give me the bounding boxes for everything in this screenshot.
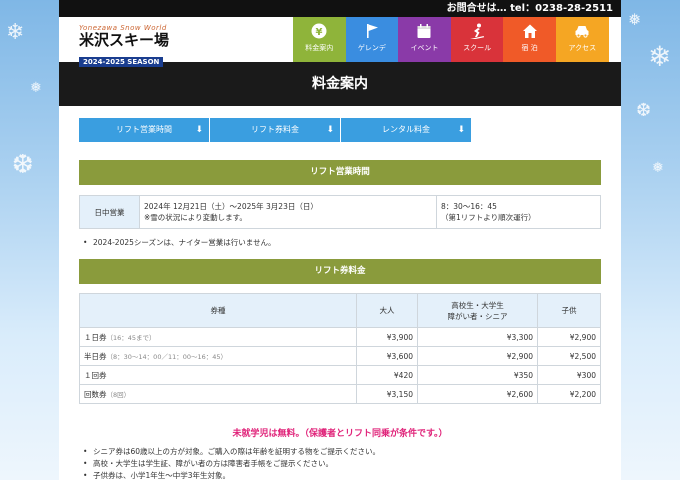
price-student: ¥2,600 — [417, 384, 538, 404]
table-row: 回数券（8回） ¥3,150 ¥2,600 ¥2,200 — [79, 384, 601, 404]
snowflake-icon: ❆ — [636, 100, 652, 121]
snowflake-icon: ❅ — [652, 160, 664, 176]
price-adult: ¥3,900 — [356, 327, 418, 347]
calendar-icon — [416, 23, 432, 39]
price-student: ¥3,300 — [417, 327, 538, 347]
price-adult: ¥3,600 — [356, 346, 418, 366]
hours-period: 2024年 12月21日（土）〜2025年 3月23日（日） ※雪の状況により変… — [139, 195, 437, 229]
nav-label: 料金案内 — [305, 44, 334, 52]
svg-text:¥: ¥ — [316, 27, 323, 38]
time-text: 8：30〜16：45 — [441, 202, 497, 211]
list-item: 子供券は、小学1年生〜中学3年生対象。 — [83, 470, 380, 480]
ticket-type: １回券 — [79, 365, 357, 385]
col-header-type: 券種 — [79, 293, 357, 328]
price-child: ¥300 — [537, 365, 601, 385]
col-header-senior: 障がい者・シニア — [447, 311, 508, 321]
table-header-row: 券種 大人 高校生・大学生 障がい者・シニア 子供 — [79, 293, 601, 328]
nav-label: ゲレンデ — [357, 44, 386, 52]
car-icon — [574, 23, 590, 39]
snowflake-icon: ❅ — [628, 10, 642, 29]
logo-name: 米沢スキー場 — [79, 31, 170, 49]
ticket-type: １日券（16：45まで） — [79, 327, 357, 347]
nav-label: アクセス — [568, 44, 597, 52]
list-item: 2024-2025シーズンは、ナイター営業は行いません。 — [83, 237, 275, 249]
site-logo[interactable]: Yonezawa Snow World 米沢スキー場 2024-2025 SEA… — [79, 24, 199, 68]
nav-label: イベント — [410, 44, 439, 52]
arrow-down-icon: ⬇ — [195, 125, 203, 135]
yen-coin-icon: ¥ — [311, 23, 327, 39]
nav-item-school[interactable]: スクール — [450, 17, 504, 62]
arrow-down-icon: ⬇ — [457, 125, 465, 135]
skier-icon — [469, 23, 485, 41]
free-for-preschool-note: 未就学児は無料。（保護者とリフト同乗が条件です。） — [232, 429, 448, 439]
period-text: 2024年 12月21日（土）〜2025年 3月23日（日） — [144, 202, 318, 211]
contact-phone[interactable]: お問合せは… tel：0238-28-2511 — [447, 3, 613, 14]
col-header-child: 子供 — [537, 293, 601, 328]
page: お問合せは… tel：0238-28-2511 Yonezawa Snow Wo… — [59, 0, 621, 480]
ticket-name: １回券 — [84, 370, 107, 380]
night-note-list: 2024-2025シーズンは、ナイター営業は行いません。 — [83, 237, 275, 249]
nav-item-access[interactable]: アクセス — [555, 17, 609, 62]
col-header-student-senior: 高校生・大学生 障がい者・シニア — [417, 293, 538, 328]
snowflake-icon: ❆ — [12, 150, 34, 180]
anchor-label: レンタル料金 — [382, 125, 430, 134]
main-nav: ¥ 料金案内 ゲレンデ イベント スクール 宿 泊 アクセス — [293, 17, 609, 62]
table-row: 半日券（8：30〜14：00／11：00〜16：45） ¥3,600 ¥2,90… — [79, 346, 601, 366]
ticket-type: 回数券（8回） — [79, 384, 357, 404]
hours-time: 8：30〜16：45 （第1リフトより順次運行） — [436, 195, 601, 229]
price-child: ¥2,200 — [537, 384, 601, 404]
anchor-label: リフト営業時間 — [116, 125, 172, 134]
flag-icon — [364, 23, 380, 39]
table-row: １日券（16：45まで） ¥3,900 ¥3,300 ¥2,900 — [79, 327, 601, 347]
anchor-rental-prices[interactable]: レンタル料金 ⬇ — [341, 118, 471, 142]
ticket-notes-list: シニア券は60歳以上の方が対象。ご購入の際は年齢を証明する物をご提示ください。 … — [83, 446, 380, 480]
ticket-name: １日券 — [84, 332, 107, 342]
anchor-label: リフト券料金 — [251, 125, 299, 134]
list-item: シニア券は60歳以上の方が対象。ご購入の際は年齢を証明する物をご提示ください。 — [83, 446, 380, 458]
ticket-name: 回数券 — [84, 389, 107, 399]
table-row: 日中営業 2024年 12月21日（土）〜2025年 3月23日（日） ※雪の状… — [79, 195, 601, 229]
ticket-name: 半日券 — [84, 351, 107, 361]
period-caveat: ※雪の状況により変動します。 — [144, 213, 247, 222]
list-item: 高校・大学生は学生証、障がい者の方は障害者手帳をご提示ください。 — [83, 458, 380, 470]
section-heading-tickets: リフト券料金 — [79, 259, 601, 284]
price-student: ¥2,900 — [417, 346, 538, 366]
nav-item-price[interactable]: ¥ 料金案内 — [293, 17, 346, 62]
col-header-student: 高校生・大学生 — [451, 300, 504, 310]
price-child: ¥2,500 — [537, 346, 601, 366]
anchor-lift-hours[interactable]: リフト営業時間 ⬇ — [79, 118, 209, 142]
nav-label: スクール — [463, 44, 492, 52]
section-heading-lift-hours: リフト営業時間 — [79, 160, 601, 185]
season-badge: 2024-2025 SEASON — [79, 57, 164, 67]
hours-row-label: 日中営業 — [79, 195, 140, 229]
house-icon — [522, 23, 538, 39]
ticket-sub: （16：45まで） — [106, 333, 156, 342]
page-title: 料金案内 — [59, 62, 621, 106]
ticket-sub: （8：30〜14：00／11：00〜16：45） — [106, 352, 228, 361]
contact-bar: お問合せは… tel：0238-28-2511 — [59, 0, 621, 17]
table-row: １回券 ¥420 ¥350 ¥300 — [79, 365, 601, 385]
snowflake-icon: ❅ — [30, 80, 42, 96]
snowflake-icon: ❄ — [648, 40, 672, 73]
ticket-price-table: 券種 大人 高校生・大学生 障がい者・シニア 子供 １日券（16：45まで） ¥… — [79, 293, 601, 404]
nav-item-events[interactable]: イベント — [398, 17, 451, 62]
price-adult: ¥420 — [356, 365, 418, 385]
time-note: （第1リフトより順次運行） — [441, 213, 536, 222]
nav-item-lodging[interactable]: 宿 泊 — [503, 17, 556, 62]
ticket-sub: （8回） — [106, 390, 131, 399]
price-student: ¥350 — [417, 365, 538, 385]
price-child: ¥2,900 — [537, 327, 601, 347]
col-header-adult: 大人 — [356, 293, 418, 328]
lift-hours-table: 日中営業 2024年 12月21日（土）〜2025年 3月23日（日） ※雪の状… — [79, 195, 601, 229]
snowflake-icon: ❄ — [6, 20, 25, 45]
ticket-type: 半日券（8：30〜14：00／11：00〜16：45） — [79, 346, 357, 366]
nav-item-slopes[interactable]: ゲレンデ — [345, 17, 399, 62]
anchor-links: リフト営業時間 ⬇ リフト券料金 ⬇ レンタル料金 ⬇ — [79, 118, 471, 142]
arrow-down-icon: ⬇ — [326, 125, 334, 135]
price-adult: ¥3,150 — [356, 384, 418, 404]
nav-label: 宿 泊 — [521, 44, 538, 52]
site-header: Yonezawa Snow World 米沢スキー場 2024-2025 SEA… — [59, 17, 621, 67]
anchor-ticket-prices[interactable]: リフト券料金 ⬇ — [210, 118, 340, 142]
